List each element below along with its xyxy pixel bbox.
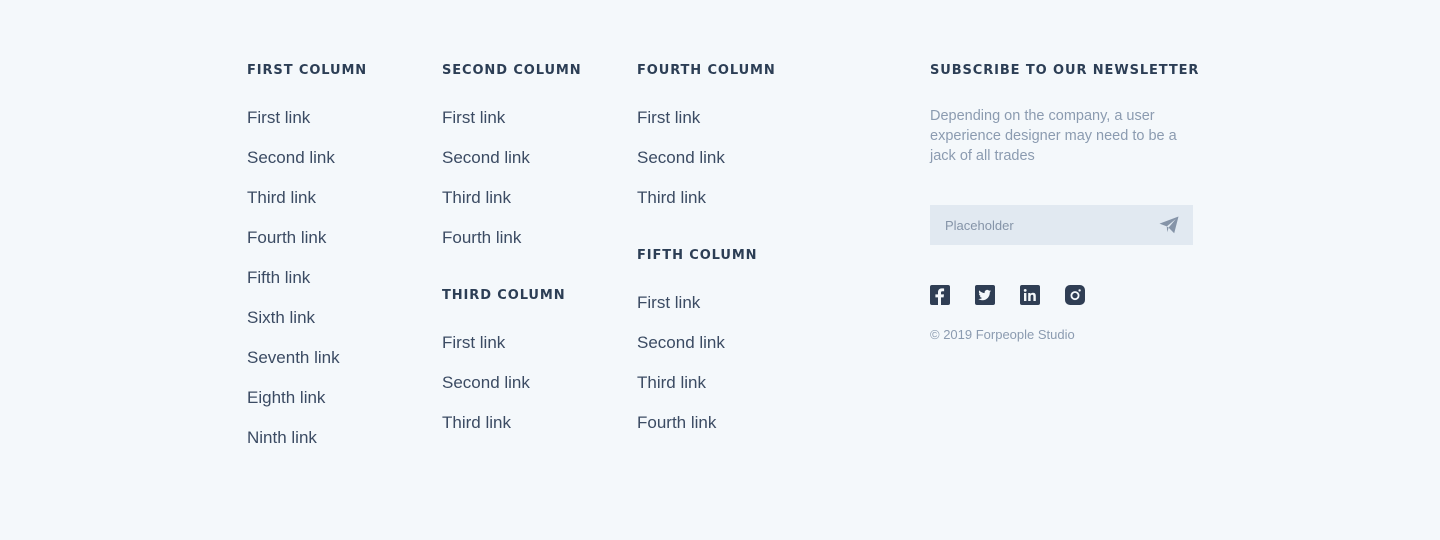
footer-link[interactable]: Sixth link [247, 308, 315, 328]
footer-link[interactable]: Second link [247, 148, 335, 168]
footer-link[interactable]: Second link [442, 373, 530, 393]
footer-link[interactable]: Fifth link [247, 268, 310, 288]
copyright-text: © 2019 Forpeople Studio [930, 327, 1075, 342]
instagram-icon [1070, 289, 1081, 301]
newsletter-description: Depending on the company, a user experie… [930, 108, 1177, 164]
footer-link[interactable]: First link [637, 108, 700, 128]
facebook-link[interactable] [930, 285, 950, 305]
column-heading: FIFTH COLUMN [637, 248, 758, 263]
footer-link[interactable]: Third link [442, 413, 511, 433]
footer-link[interactable]: Third link [637, 188, 706, 208]
twitter-link[interactable] [975, 285, 995, 305]
footer-link[interactable]: Second link [442, 148, 530, 168]
footer-link[interactable]: Fourth link [247, 228, 326, 248]
footer-link[interactable]: Fourth link [637, 413, 716, 433]
newsletter-form [930, 205, 1193, 245]
linkedin-link[interactable] [1020, 285, 1040, 305]
footer-link[interactable]: Second link [637, 148, 725, 168]
footer-link[interactable]: Third link [442, 188, 511, 208]
footer-link[interactable]: Eighth link [247, 388, 325, 408]
footer-link[interactable]: Ninth link [247, 428, 317, 448]
facebook-icon [935, 288, 945, 305]
linkedin-icon [1023, 289, 1036, 301]
paper-plane-icon [1159, 216, 1179, 234]
footer-link[interactable]: Second link [637, 333, 725, 353]
send-button[interactable] [1159, 216, 1179, 234]
column-heading: FIRST COLUMN [247, 63, 368, 78]
footer-link[interactable]: Third link [247, 188, 316, 208]
instagram-link[interactable] [1065, 285, 1085, 305]
newsletter-email-input[interactable] [930, 205, 1150, 245]
footer-link[interactable]: First link [442, 108, 505, 128]
footer-link[interactable]: Seventh link [247, 348, 340, 368]
footer-link[interactable]: Third link [637, 373, 706, 393]
twitter-icon [978, 289, 991, 301]
column-heading: THIRD COLUMN [442, 288, 566, 303]
footer-link[interactable]: First link [247, 108, 310, 128]
footer-link[interactable]: Fourth link [442, 228, 521, 248]
newsletter-heading: SUBSCRIBE TO OUR NEWSLETTER [930, 63, 1200, 78]
column-heading: FOURTH COLUMN [637, 63, 776, 78]
footer-link[interactable]: First link [442, 333, 505, 353]
footer-link[interactable]: First link [637, 293, 700, 313]
column-heading: SECOND COLUMN [442, 63, 582, 78]
